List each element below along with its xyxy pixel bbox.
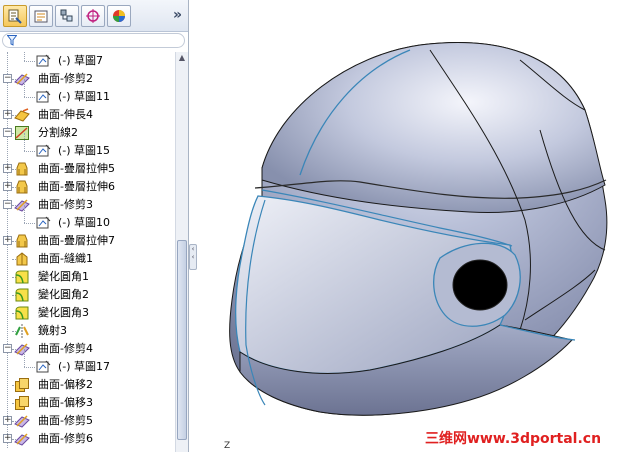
scroll-up-arrow-icon[interactable]: ▲ xyxy=(177,53,187,63)
collapse-minus-icon[interactable]: − xyxy=(3,200,12,209)
tree-item-label: 曲面-偏移2 xyxy=(38,378,93,391)
tree-scrollbar[interactable]: ▲ xyxy=(175,52,188,452)
feature-manager-tab[interactable] xyxy=(3,5,27,27)
tree-item[interactable]: 曲面-偏移2 xyxy=(0,376,175,394)
tree-item-label: 鏡射3 xyxy=(38,324,67,337)
tree-subitem[interactable]: (-) 草圖15 xyxy=(0,133,175,160)
tree-item-label: (-) 草圖11 xyxy=(58,90,111,103)
feature-filter-input[interactable] xyxy=(2,33,185,48)
scrollbar-thumb[interactable] xyxy=(177,240,187,440)
tree-item[interactable]: + 曲面-疊層拉伸5 xyxy=(0,160,175,178)
tree-item[interactable]: − 曲面-修剪2 xyxy=(0,70,175,88)
expand-plus-icon[interactable]: + xyxy=(3,164,12,173)
surface-trim-icon xyxy=(14,431,30,452)
property-manager-tab[interactable] xyxy=(29,5,53,27)
tree-item-label: (-) 草圖15 xyxy=(58,144,111,157)
helmet-model[interactable] xyxy=(197,0,640,452)
tree-item-label: (-) 草圖7 xyxy=(58,54,104,67)
tree-item[interactable]: + 曲面-修剪5 xyxy=(0,412,175,430)
display-manager-tab-icon xyxy=(113,10,125,22)
panel-tab-bar: » xyxy=(0,0,188,32)
configuration-manager-tab[interactable] xyxy=(55,5,79,27)
feature-tree: (-) 草圖7 − 曲面-修剪2 (-) 草圖11 + 曲面-伸長4 − 分割線2 (-) 草圖… xyxy=(0,52,175,452)
collapse-minus-icon[interactable]: − xyxy=(3,128,12,137)
tree-item[interactable]: + 曲面-疊層拉伸6 xyxy=(0,178,175,196)
helmet-ear-hole xyxy=(452,259,508,311)
tree-item-label: 曲面-修剪2 xyxy=(38,72,93,85)
tree-subitem[interactable]: (-) 草圖11 xyxy=(0,79,175,106)
helmet-dome xyxy=(261,42,606,213)
graphics-viewport[interactable] xyxy=(197,0,640,452)
expand-plus-icon[interactable]: + xyxy=(3,434,12,443)
tree-item[interactable]: − 分割線2 xyxy=(0,124,175,142)
tree-item-label: 曲面-疊層拉伸6 xyxy=(38,180,115,193)
tree-item-label: (-) 草圖17 xyxy=(58,360,111,373)
panel-splitter-grip[interactable]: ‹ ‹ xyxy=(189,244,197,270)
tree-item[interactable]: + 曲面-疊層拉伸7 xyxy=(0,232,175,250)
tree-item-label: 曲面-疊層拉伸5 xyxy=(38,162,115,175)
tree-item-label: 曲面-修剪4 xyxy=(38,342,93,355)
tree-item-label: (-) 草圖10 xyxy=(58,216,111,229)
expand-plus-icon[interactable]: + xyxy=(3,182,12,191)
dimxpert-tab-icon xyxy=(86,9,100,23)
tree-item[interactable]: + 曲面-伸長4 xyxy=(0,106,175,124)
collapse-minus-icon[interactable]: − xyxy=(3,344,12,353)
feature-manager-tab-icon xyxy=(8,9,22,24)
tree-item[interactable]: 變化圓角1 xyxy=(0,268,175,286)
tree-item-label: 曲面-伸長4 xyxy=(38,108,93,121)
tree-subitem[interactable]: (-) 草圖17 xyxy=(0,349,175,376)
configuration-manager-tab-icon xyxy=(60,9,73,22)
tree-item-label: 曲面-縫織1 xyxy=(38,252,93,265)
tree-item-label: 曲面-疊層拉伸7 xyxy=(38,234,115,247)
tree-item-label: 曲面-偏移3 xyxy=(38,396,93,409)
tree-item[interactable]: 曲面-偏移3 xyxy=(0,394,175,412)
tree-item[interactable]: 鏡射3 xyxy=(0,322,175,340)
tree-item-label: 曲面-修剪6 xyxy=(38,432,93,445)
tree-item[interactable]: − 曲面-修剪4 xyxy=(0,340,175,358)
tree-item-label: 曲面-修剪5 xyxy=(38,414,93,427)
tree-item-label: 曲面-修剪3 xyxy=(38,198,93,211)
tree-item-label: 變化圓角2 xyxy=(38,288,89,301)
view-triad-z-label: Z xyxy=(224,441,231,451)
tree-item[interactable]: 變化圓角3 xyxy=(0,304,175,322)
tree-item-label: 變化圓角1 xyxy=(38,270,89,283)
expand-plus-icon[interactable]: + xyxy=(3,236,12,245)
filter-icon xyxy=(7,35,17,46)
tree-item-label: 分割線2 xyxy=(38,126,78,139)
tree-subitem[interactable]: (-) 草圖7 xyxy=(0,52,175,70)
expand-plus-icon[interactable]: + xyxy=(3,110,12,119)
tree-item-label: 變化圓角3 xyxy=(38,306,89,319)
feature-manager-panel: » (-) 草圖7− 曲面-修剪2 (-) 草圖11 + 曲面-伸長4− 分割線2 (-) … xyxy=(0,0,189,452)
tree-item[interactable]: 變化圓角2 xyxy=(0,286,175,304)
display-manager-tab[interactable] xyxy=(107,5,131,27)
property-manager-tab-icon xyxy=(34,10,48,23)
tree-item[interactable]: 曲面-縫織1 xyxy=(0,250,175,268)
dimxpert-tab[interactable] xyxy=(81,5,105,27)
tree-item[interactable]: + 曲面-修剪6 xyxy=(0,430,175,448)
tree-subitem[interactable]: (-) 草圖10 xyxy=(0,205,175,232)
expand-tabs-chevron-icon[interactable]: » xyxy=(173,7,182,23)
expand-plus-icon[interactable]: + xyxy=(3,416,12,425)
tree-item[interactable]: − 曲面-修剪3 xyxy=(0,196,175,214)
watermark-text: 三维网www.3dportal.cn xyxy=(425,431,602,447)
collapse-minus-icon[interactable]: − xyxy=(3,74,12,83)
